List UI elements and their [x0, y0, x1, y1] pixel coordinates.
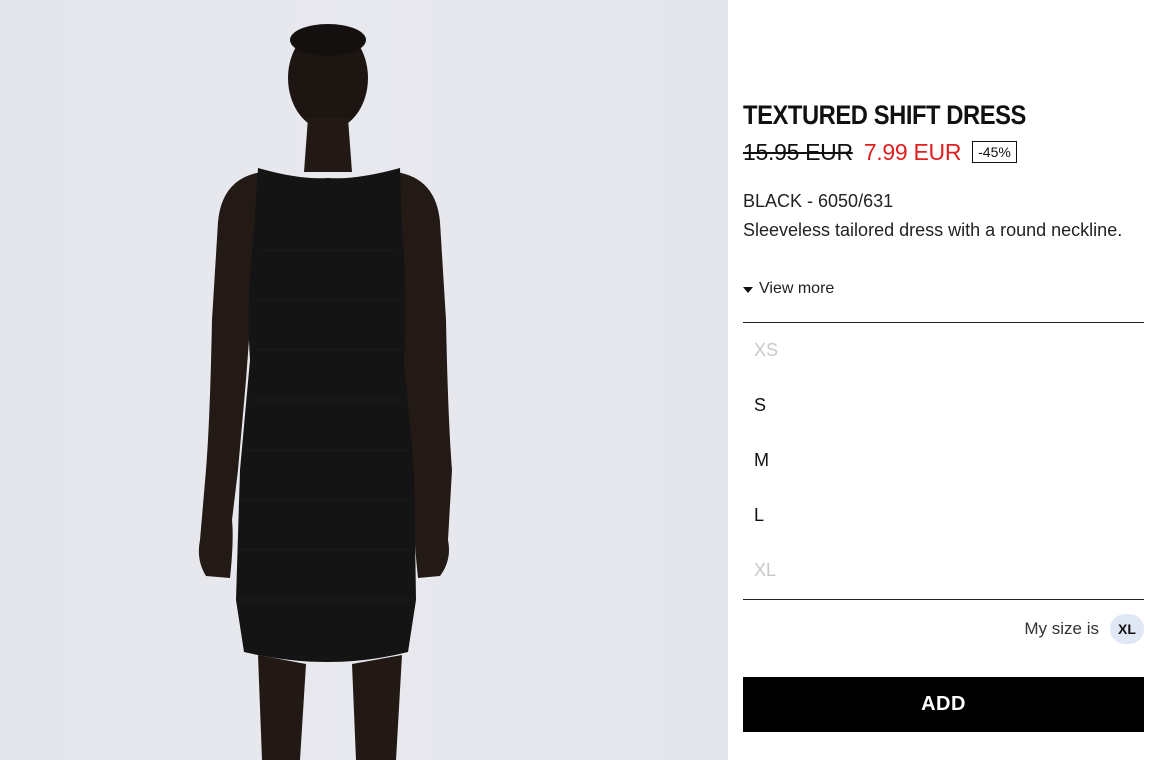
- my-size-badge[interactable]: XL: [1110, 614, 1144, 644]
- view-more-link[interactable]: View more: [743, 280, 834, 298]
- view-more-label: View more: [759, 280, 835, 297]
- price-row: 15.95 EUR 7.99 EUR -45%: [743, 138, 1017, 166]
- size-option-xl[interactable]: XL: [743, 543, 1144, 598]
- add-to-cart-button[interactable]: ADD: [743, 677, 1144, 732]
- discount-badge: -45%: [972, 141, 1017, 163]
- original-price: 15.95 EUR: [743, 138, 853, 165]
- my-size-label: My size is: [1024, 619, 1099, 638]
- product-info-panel: TEXTURED SHIFT DRESS 15.95 EUR 7.99 EUR …: [728, 0, 1150, 760]
- size-option-xs[interactable]: XS: [743, 323, 1144, 378]
- sale-price: 7.99 EUR: [863, 138, 962, 165]
- size-option-l[interactable]: L: [743, 488, 1144, 543]
- model-wearing-dress-image: [198, 24, 452, 760]
- product-description: Sleeveless tailored dress with a round n…: [743, 220, 1123, 240]
- color-reference: BLACK - 6050/631: [743, 191, 894, 211]
- size-selector: XS S M L XL: [743, 322, 1144, 600]
- size-option-m[interactable]: M: [743, 433, 1144, 488]
- product-photo: [0, 0, 728, 760]
- product-title: TEXTURED SHIFT DRESS: [743, 100, 1026, 130]
- my-size-recommendation: My size is XL: [1024, 614, 1144, 644]
- size-option-s[interactable]: S: [743, 378, 1144, 433]
- caret-down-icon: [743, 286, 753, 293]
